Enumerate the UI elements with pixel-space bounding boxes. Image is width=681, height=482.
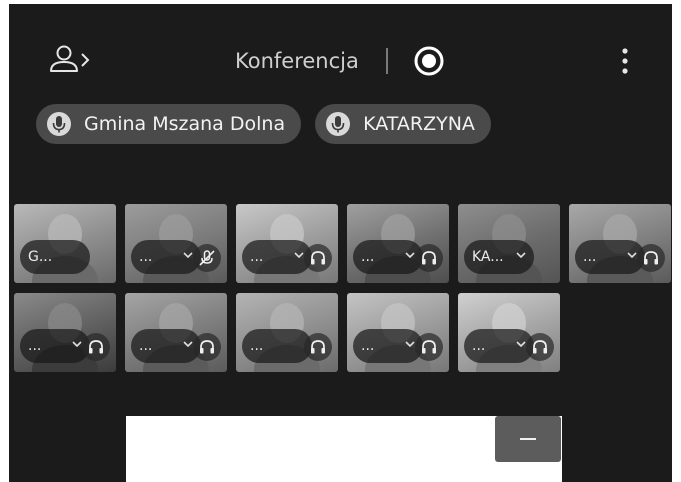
speaker-name: Gmina Mszana Dolna [84,113,286,135]
participant-name: ... [139,338,153,354]
participant-name: ... [361,249,375,265]
participant-grid: G............ KA..................... [14,204,672,374]
participant-tile[interactable]: G... [14,204,116,283]
headphones-icon [644,251,658,265]
participant-name-pill[interactable]: ... [242,329,312,363]
participant-name: ... [472,338,486,354]
participant-name: G... [28,249,53,265]
headphones-icon [422,251,436,265]
headphones-icon [533,340,547,354]
participant-tile[interactable]: ... [347,204,449,283]
headphones-icon[interactable] [304,244,332,272]
speaker-name: KATARZYNA [363,113,475,135]
minimize-icon [520,438,536,440]
header: Konferencja [9,4,672,104]
participant-name-pill[interactable]: ... [131,240,201,274]
participant-name: ... [139,249,153,265]
page-title: Konferencja [235,49,359,73]
divider [385,48,388,74]
participant-name-pill[interactable]: ... [20,329,90,363]
participant-name-pill[interactable]: ... [353,329,423,363]
microphone-icon [47,112,71,136]
participant-tile[interactable]: ... [125,293,227,372]
more-vertical-icon[interactable] [617,46,633,78]
conference-screen: Konferencja Gmina Mszana Dolna KATARZYNA… [9,4,672,482]
participant-name: ... [250,338,264,354]
participant-name-pill[interactable]: ... [131,329,201,363]
participants-icon[interactable] [47,44,95,76]
microphone-muted-icon [199,250,215,266]
participant-name: KA... [472,249,504,265]
participant-tile[interactable]: ... [458,293,560,372]
participant-tile[interactable]: ... [236,293,338,372]
speaker-chip[interactable]: KATARZYNA [315,104,491,144]
headphones-icon [89,340,103,354]
participant-name-pill[interactable]: ... [353,240,423,274]
participant-name-pill[interactable]: ... [242,240,312,274]
microphone-icon [326,112,351,136]
participant-tile[interactable]: ... [125,204,227,283]
headphones-icon [311,251,325,265]
microphone-muted-icon[interactable] [193,244,221,272]
chevron-down-icon [516,252,526,259]
headphones-icon [311,340,325,354]
participant-tile[interactable]: ... [14,293,116,372]
speaker-chips: Gmina Mszana Dolna KATARZYNA [36,104,505,144]
participant-name-pill[interactable]: KA... [464,240,534,274]
headphones-icon[interactable] [193,333,221,361]
speaker-chip[interactable]: Gmina Mszana Dolna [36,104,302,144]
headphones-icon[interactable] [415,244,443,272]
participant-name: ... [583,249,597,265]
record-icon[interactable] [413,45,445,77]
minimize-button[interactable] [495,416,561,462]
participant-name-pill[interactable]: ... [464,329,534,363]
headphones-icon[interactable] [82,333,110,361]
headphones-icon[interactable] [637,244,665,272]
headphones-icon [422,340,436,354]
participant-tile[interactable]: ... [569,204,671,283]
participant-tile[interactable]: ... [236,204,338,283]
headphones-icon[interactable] [526,333,554,361]
participant-name-pill[interactable]: G... [20,240,90,274]
participant-name: ... [361,338,375,354]
participant-name: ... [28,338,42,354]
participant-tile[interactable]: ... [347,293,449,372]
participant-name: ... [250,249,264,265]
title-bar: Konferencja [235,44,445,78]
participant-name-pill[interactable]: ... [575,240,645,274]
headphones-icon [200,340,214,354]
headphones-icon[interactable] [415,333,443,361]
participant-tile[interactable]: KA... [458,204,560,283]
headphones-icon[interactable] [304,333,332,361]
